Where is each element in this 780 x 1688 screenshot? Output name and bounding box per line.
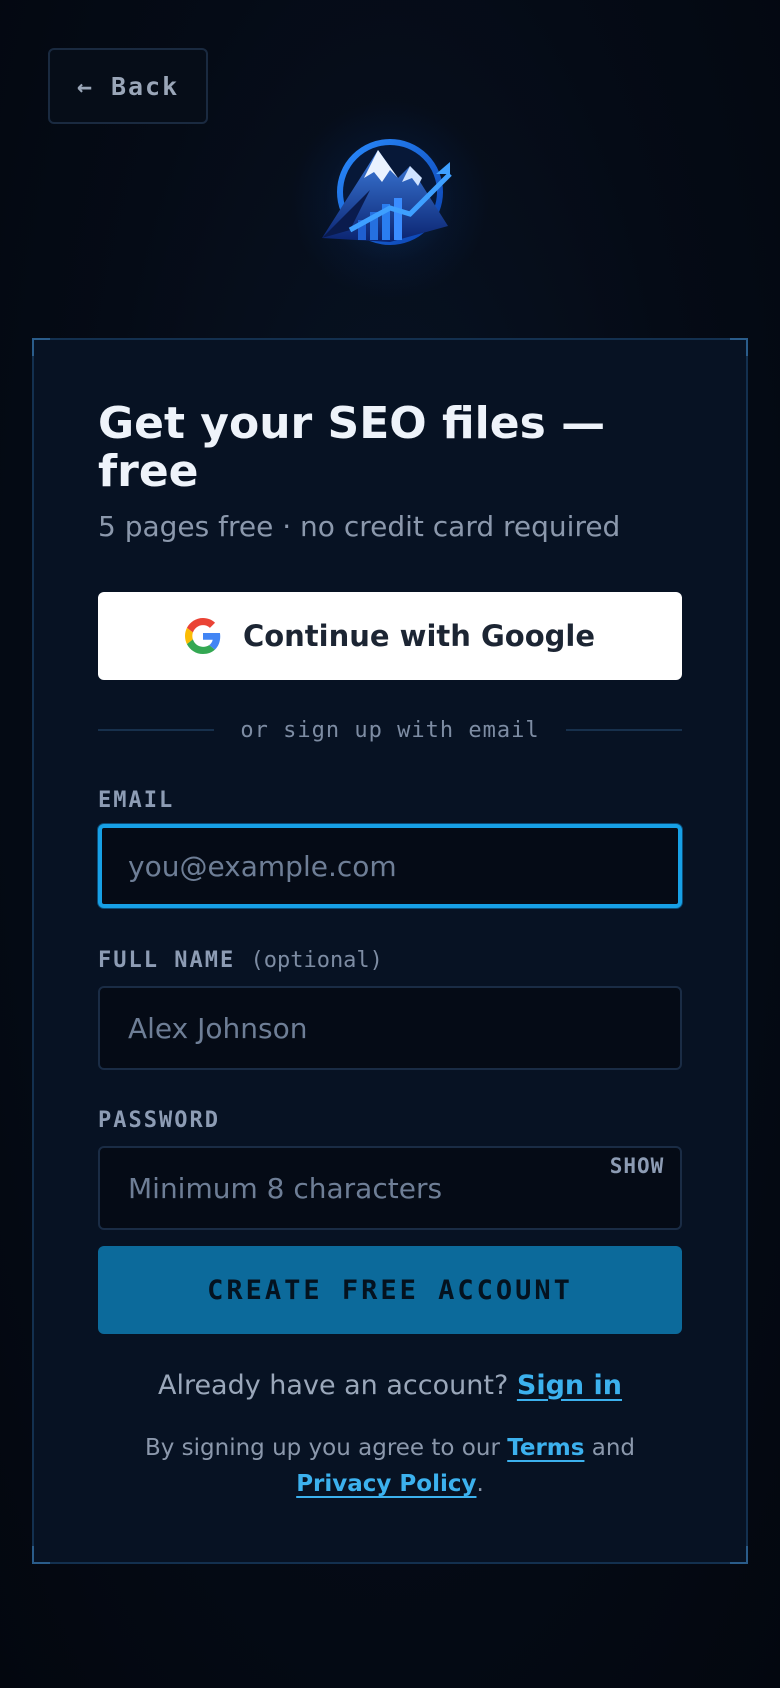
signin-link[interactable]: Sign in: [517, 1370, 622, 1401]
back-button[interactable]: ← Back: [48, 48, 208, 124]
privacy-policy-link[interactable]: Privacy Policy: [296, 1471, 476, 1497]
page-subtitle: 5 pages free · no credit card required: [98, 510, 621, 543]
password-field[interactable]: [98, 1146, 682, 1230]
email-field[interactable]: [98, 824, 682, 908]
full-name-label-text: FULL NAME: [98, 948, 236, 973]
show-password-toggle[interactable]: SHOW: [602, 1146, 672, 1186]
password-label: PASSWORD: [98, 1108, 220, 1133]
card-corner: [730, 338, 748, 356]
page-title: Get your SEO files — free: [98, 398, 606, 497]
terms-and: and: [591, 1435, 636, 1461]
signin-prompt: Already have an account? Sign in: [34, 1370, 746, 1401]
divider-line: [565, 729, 682, 731]
google-signin-button[interactable]: Continue with Google: [98, 592, 682, 680]
card-corner: [32, 1546, 50, 1564]
terms-suffix: .: [476, 1471, 484, 1497]
full-name-label: FULL NAME (optional): [98, 948, 383, 973]
create-account-button[interactable]: CREATE FREE ACCOUNT: [98, 1246, 682, 1334]
signup-card: Get your SEO files — free 5 pages free ·…: [32, 338, 748, 1564]
email-label: EMAIL: [98, 788, 175, 813]
optional-hint: (optional): [250, 948, 383, 973]
mountain-logo-icon: [322, 139, 452, 245]
terms-notice: By signing up you agree to our Terms and…: [94, 1430, 686, 1502]
card-corner: [730, 1546, 748, 1564]
terms-link[interactable]: Terms: [507, 1435, 584, 1461]
google-button-label: Continue with Google: [242, 619, 596, 653]
divider-line: [98, 729, 215, 731]
full-name-field[interactable]: [98, 986, 682, 1070]
signin-prompt-text: Already have an account?: [157, 1370, 509, 1401]
divider-text: or sign up with email: [240, 717, 540, 743]
google-g-icon: [184, 618, 221, 654]
terms-prefix: By signing up you agree to our: [144, 1435, 500, 1461]
card-corner: [32, 338, 50, 356]
or-divider: or sign up with email: [98, 710, 682, 750]
